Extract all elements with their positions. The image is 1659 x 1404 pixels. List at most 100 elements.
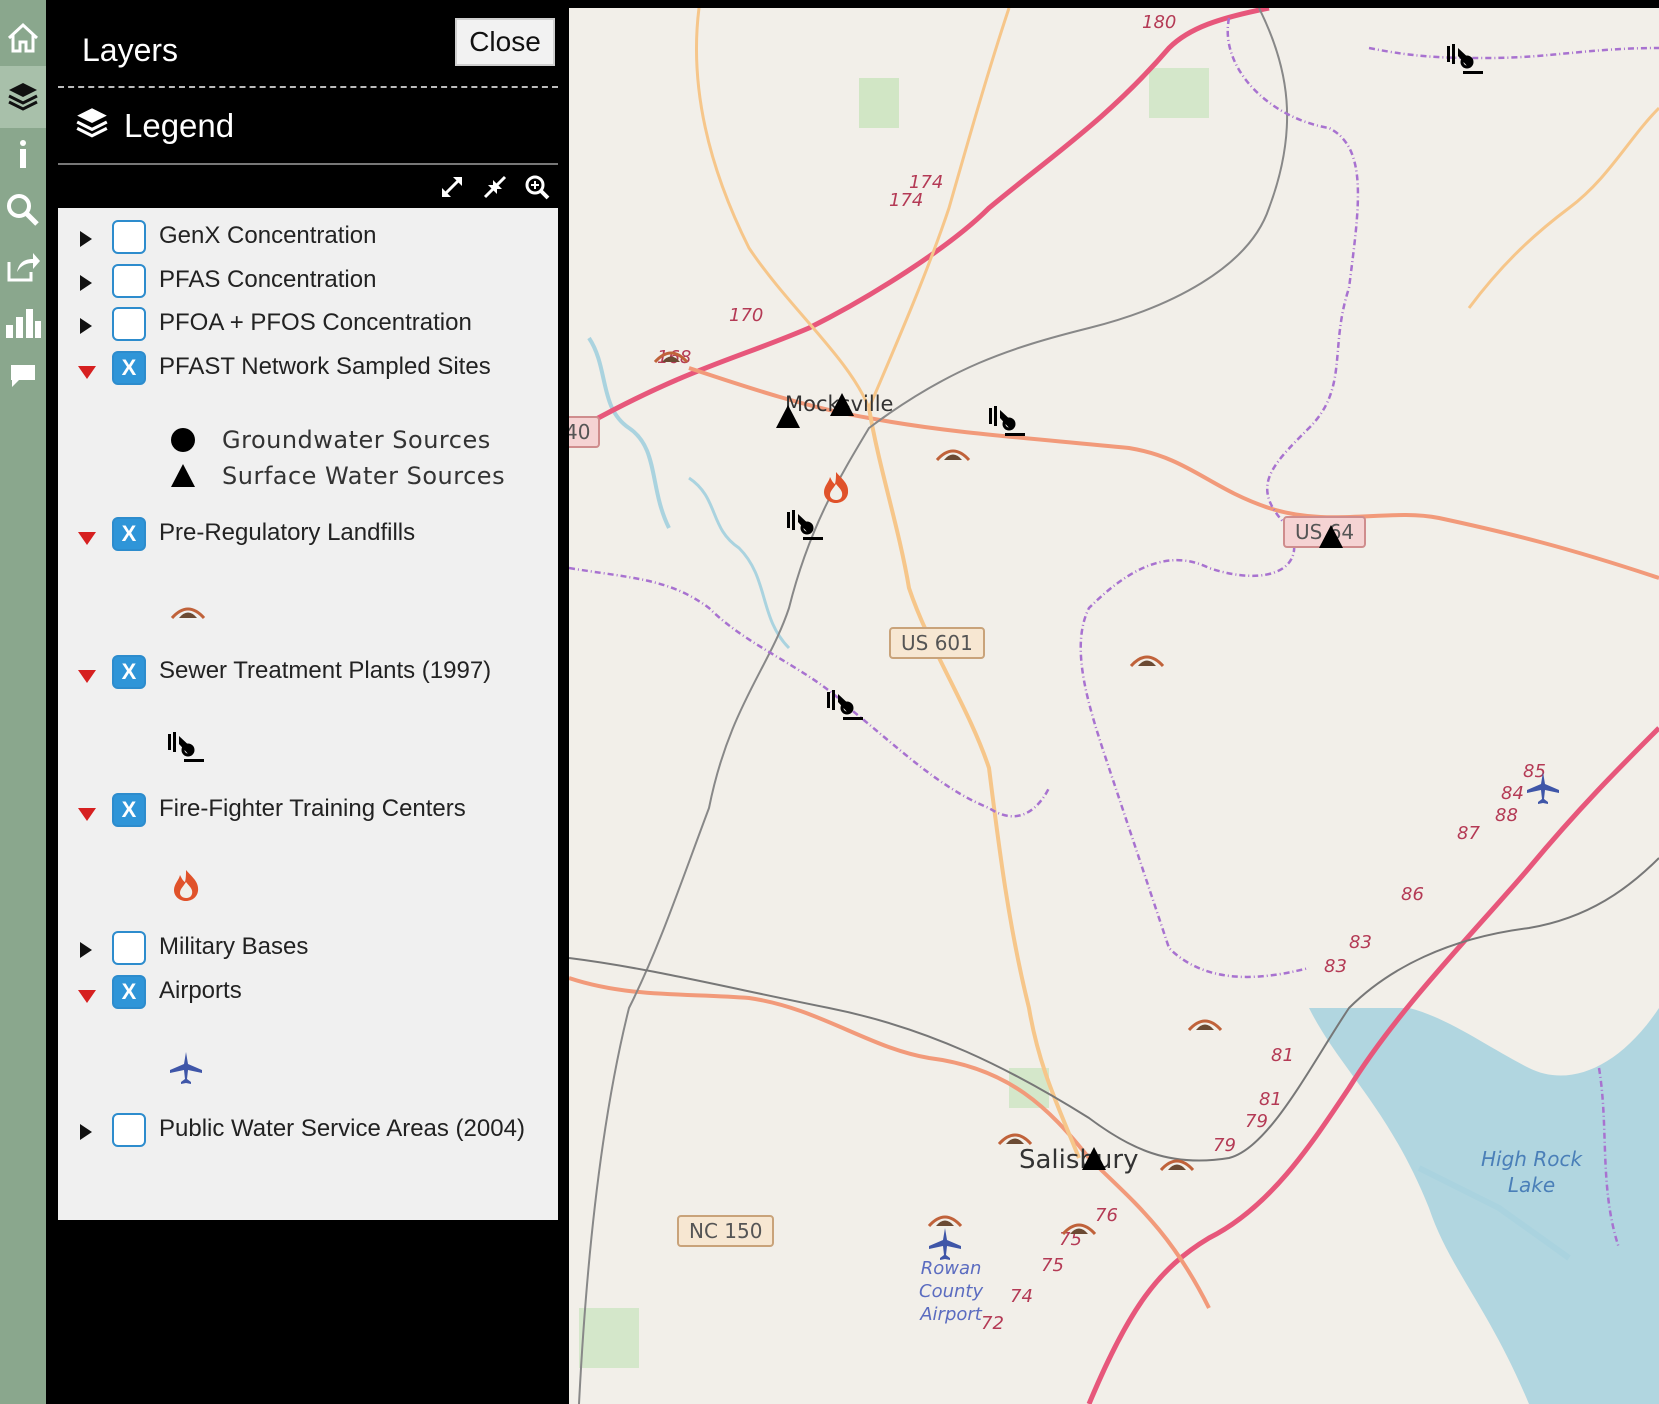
circle-icon xyxy=(171,428,195,452)
layer-row-pfas[interactable]: PFAS Concentration xyxy=(58,262,558,308)
exit-number: 72 xyxy=(981,1313,1004,1334)
layer-row-genx[interactable]: GenX Concentration xyxy=(58,218,558,264)
lake-label-line: High Rock xyxy=(1481,1147,1583,1171)
landfill-icon[interactable] xyxy=(1159,1150,1195,1172)
exit-number: 83 xyxy=(1349,932,1372,953)
panel-title: Layers xyxy=(82,32,179,68)
layer-label: GenX Concentration xyxy=(159,222,377,249)
fire-icon xyxy=(171,868,201,902)
collapse-arrow-icon[interactable] xyxy=(78,532,96,545)
exit-number: 79 xyxy=(1213,1135,1236,1156)
expand-arrow-icon[interactable] xyxy=(80,942,92,958)
route-shield-us601: US 601 xyxy=(889,627,985,659)
layer-row-landfills[interactable]: X Pre-Regulatory Landfills xyxy=(58,515,558,561)
route-shield-i40: 40 xyxy=(569,416,601,448)
landfill-icon[interactable] xyxy=(927,1206,963,1228)
exit-number: 79 xyxy=(1245,1111,1268,1132)
share-icon[interactable] xyxy=(0,238,46,294)
search-icon[interactable] xyxy=(0,182,46,238)
home-icon[interactable] xyxy=(0,10,46,66)
layer-row-pfoa-pfos[interactable]: PFOA + PFOS Concentration xyxy=(58,305,558,351)
layer-label: Military Bases xyxy=(159,933,309,960)
layer-label: Sewer Treatment Plants (1997) xyxy=(159,657,492,684)
layer-list: GenX Concentration PFAS Concentration PF… xyxy=(58,208,558,1220)
layer-checkbox[interactable] xyxy=(112,220,146,254)
collapse-arrow-icon[interactable] xyxy=(78,990,96,1003)
collapse-icon[interactable] xyxy=(478,170,512,204)
expand-arrow-icon[interactable] xyxy=(80,275,92,291)
divider xyxy=(58,163,558,165)
exit-number: 180 xyxy=(1142,12,1177,33)
layer-label: PFAS Concentration xyxy=(159,266,377,293)
airplane-icon xyxy=(168,1050,204,1086)
exit-number: 174 xyxy=(889,190,924,211)
collapse-arrow-icon[interactable] xyxy=(78,808,96,821)
landfill-icon[interactable] xyxy=(1061,1214,1097,1236)
lake-label: High Rock Lake xyxy=(1481,1146,1582,1198)
landfill-icon[interactable] xyxy=(653,342,689,364)
map-canvas[interactable]: US 601 US 64 NC 150 40 Mocksville Salisb… xyxy=(569,8,1659,1404)
landfill-icon[interactable] xyxy=(935,440,971,462)
exit-number: 170 xyxy=(729,305,764,326)
expand-arrow-icon[interactable] xyxy=(80,1124,92,1140)
layer-label: Pre-Regulatory Landfills xyxy=(159,519,416,546)
info-icon[interactable] xyxy=(0,126,46,182)
close-button[interactable]: Close xyxy=(455,18,555,66)
sewer-plant-icon[interactable] xyxy=(825,688,865,722)
expand-arrow-icon[interactable] xyxy=(80,231,92,247)
surface-water-site-triangle-icon[interactable] xyxy=(1318,524,1344,550)
landfill-icon[interactable] xyxy=(997,1124,1033,1146)
exit-number: 86 xyxy=(1401,884,1424,905)
exit-number: 81 xyxy=(1271,1045,1294,1066)
layer-checkbox[interactable] xyxy=(112,1113,146,1147)
comment-icon[interactable] xyxy=(0,348,46,404)
layer-checkbox[interactable] xyxy=(112,307,146,341)
layer-row-water-service-areas[interactable]: Public Water Service Areas (2004) xyxy=(58,1111,558,1157)
layer-row-sewer-plants[interactable]: X Sewer Treatment Plants (1997) xyxy=(58,653,558,699)
legend-entry-surface-water: Surface Water Sources xyxy=(170,462,505,490)
legend-title: Legend xyxy=(124,107,235,144)
collapse-arrow-icon[interactable] xyxy=(78,670,96,683)
lake-label-line: Lake xyxy=(1507,1173,1556,1197)
sewer-plant-icon[interactable] xyxy=(987,404,1027,438)
layer-row-fire-training[interactable]: X Fire-Fighter Training Centers xyxy=(58,791,558,837)
layer-label: PFAST Network Sampled Sites xyxy=(159,353,491,380)
zoom-icon[interactable] xyxy=(520,170,554,204)
airplane-icon[interactable] xyxy=(927,1226,963,1262)
landfill-icon[interactable] xyxy=(1187,1010,1223,1032)
layer-checkbox[interactable]: X xyxy=(112,517,146,551)
exit-number: 75 xyxy=(1041,1255,1064,1276)
triangle-icon xyxy=(171,464,195,487)
layer-checkbox[interactable]: X xyxy=(112,655,146,689)
layer-checkbox[interactable] xyxy=(112,931,146,965)
expand-icon[interactable] xyxy=(435,170,469,204)
layers-icon[interactable] xyxy=(0,68,46,124)
surface-water-site-triangle-icon[interactable] xyxy=(775,404,801,430)
layer-row-military-bases[interactable]: Military Bases xyxy=(58,929,558,975)
collapse-arrow-icon[interactable] xyxy=(78,366,96,379)
exit-number: 84 xyxy=(1501,783,1524,804)
layer-label: PFOA + PFOS Concentration xyxy=(159,309,472,336)
layer-checkbox[interactable]: X xyxy=(112,793,146,827)
airport-label-line: Airport xyxy=(920,1304,982,1325)
chart-icon[interactable] xyxy=(0,294,46,350)
sewer-plant-icon[interactable] xyxy=(1445,42,1485,76)
place-label-salisbury: Salisbury xyxy=(1019,1145,1139,1175)
layers-icon xyxy=(74,104,110,148)
layer-label: Fire-Fighter Training Centers xyxy=(159,795,466,822)
exit-number: 83 xyxy=(1324,956,1347,977)
airplane-icon[interactable] xyxy=(1525,770,1561,806)
landfill-icon[interactable] xyxy=(1129,646,1165,668)
layer-row-pfast-sites[interactable]: X PFAST Network Sampled Sites xyxy=(58,349,558,395)
fire-icon[interactable] xyxy=(821,470,851,504)
surface-water-site-triangle-icon[interactable] xyxy=(1081,1146,1107,1172)
expand-arrow-icon[interactable] xyxy=(80,318,92,334)
landfill-icon xyxy=(170,598,206,620)
layer-label: Public Water Service Areas (2004) xyxy=(159,1115,525,1142)
layer-checkbox[interactable]: X xyxy=(112,975,146,1009)
layer-checkbox[interactable]: X xyxy=(112,351,146,385)
layer-checkbox[interactable] xyxy=(112,264,146,298)
layer-row-airports[interactable]: X Airports xyxy=(58,973,558,1019)
sewer-plant-icon[interactable] xyxy=(785,508,825,542)
surface-water-site-triangle-icon[interactable] xyxy=(829,392,855,418)
